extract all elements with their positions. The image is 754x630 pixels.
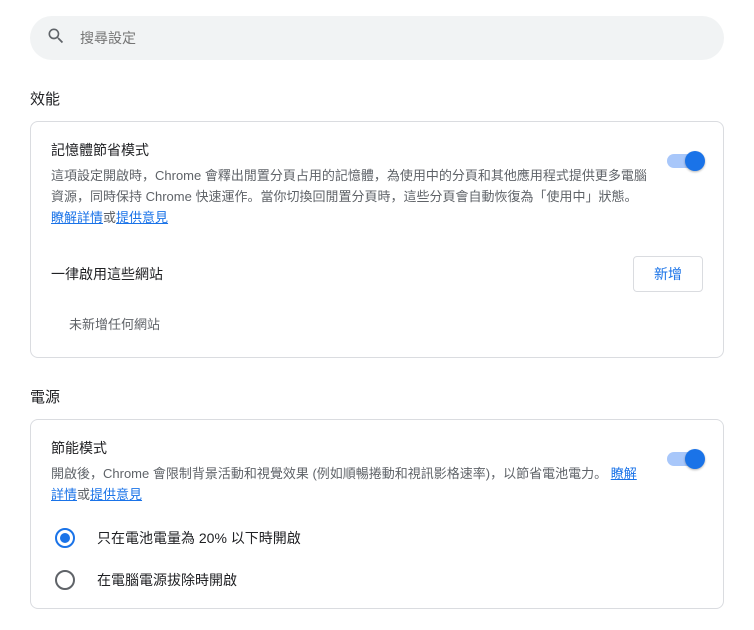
memory-saver-feedback-link[interactable]: 提供意見 xyxy=(116,210,168,225)
energy-saver-desc: 開啟後，Chrome 會限制背景活動和視覺效果 (例如順暢捲動和視訊影格速率)，… xyxy=(51,464,647,506)
radio-option-battery-low[interactable]: 只在電池電量為 20% 以下時開啟 xyxy=(51,528,703,548)
radio-icon xyxy=(55,570,75,590)
always-enable-label: 一律啟用這些網站 xyxy=(51,264,163,284)
energy-saver-title: 節能模式 xyxy=(51,438,647,458)
section-title-performance: 效能 xyxy=(30,88,724,109)
energy-saver-card: 節能模式 開啟後，Chrome 會限制背景活動和視覺效果 (例如順暢捲動和視訊影… xyxy=(30,419,724,609)
radio-icon xyxy=(55,528,75,548)
memory-saver-toggle[interactable] xyxy=(667,154,703,168)
section-title-power: 電源 xyxy=(30,386,724,407)
no-sites-text: 未新增任何網站 xyxy=(69,314,703,333)
energy-saver-feedback-link[interactable]: 提供意見 xyxy=(90,487,142,502)
search-icon xyxy=(46,26,80,51)
memory-saver-desc: 這項設定開啟時，Chrome 會釋出閒置分頁占用的記憶體，為使用中的分頁和其他應… xyxy=(51,166,647,228)
memory-saver-learn-more-link[interactable]: 瞭解詳情 xyxy=(51,210,103,225)
memory-saver-title: 記憶體節省模式 xyxy=(51,140,647,160)
radio-label: 只在電池電量為 20% 以下時開啟 xyxy=(97,528,301,548)
search-settings-box[interactable] xyxy=(30,16,724,60)
search-input[interactable] xyxy=(80,30,708,46)
radio-option-unplugged[interactable]: 在電腦電源拔除時開啟 xyxy=(51,570,703,590)
add-site-button[interactable]: 新增 xyxy=(633,256,703,292)
radio-label: 在電腦電源拔除時開啟 xyxy=(97,570,237,590)
memory-saver-card: 記憶體節省模式 這項設定開啟時，Chrome 會釋出閒置分頁占用的記憶體，為使用… xyxy=(30,121,724,358)
energy-saver-toggle[interactable] xyxy=(667,452,703,466)
